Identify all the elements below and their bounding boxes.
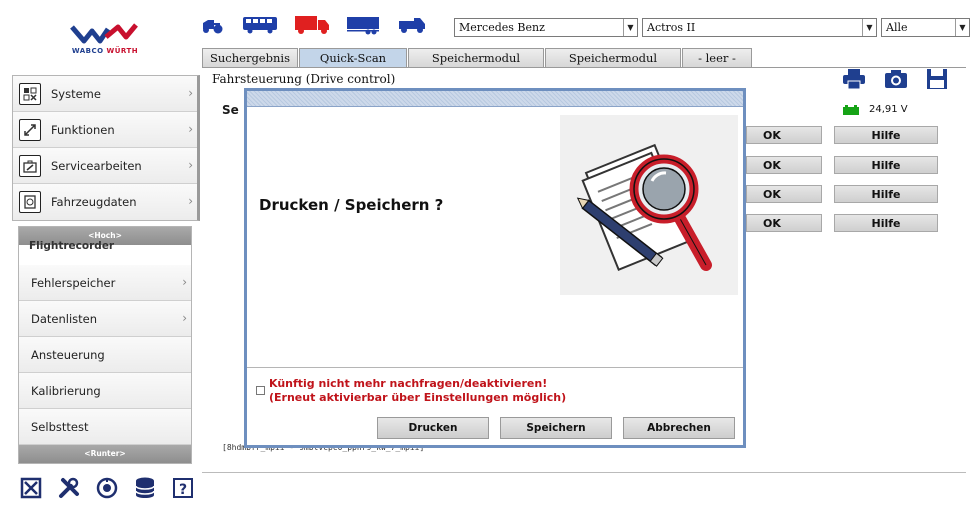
help-button[interactable]: Hilfe [834,156,938,174]
cancel-button[interactable]: Abbrechen [623,417,735,439]
chevron-right-icon: › [188,158,193,172]
dont-ask-again-label: Künftig nicht mehr nachfragen/deaktivier… [269,377,567,404]
menu-item-servicearbeiten[interactable]: Servicearbeiten › [13,148,197,184]
tab-quick-scan[interactable]: Quick-Scan [299,48,407,67]
print-button[interactable]: Drucken [377,417,489,439]
brand-name: WABCO WÜRTH [71,47,139,55]
truck-icon[interactable] [294,15,330,35]
page-title: Fahrsteuerung (Drive control) [212,72,396,86]
menu-item-systeme[interactable]: Systeme › [13,76,197,112]
chevron-down-icon: ▼ [862,19,876,36]
save-disk-icon[interactable] [926,68,948,93]
result-row: OK Hilfe [746,156,940,174]
van-icon[interactable] [398,15,426,35]
magnifier-document-icon [560,115,738,295]
tools-icon[interactable] [56,475,82,501]
sub-item-fehlerspeicher[interactable]: Fehlerspeicher › [19,265,191,301]
chevron-down-icon: ▼ [623,19,637,36]
scroll-down-button[interactable]: <Runter> [19,445,191,463]
sub-item-datenlisten[interactable]: Datenlisten › [19,301,191,337]
sub-item-label: Fehlerspeicher [31,275,116,290]
database-icon[interactable] [132,475,158,501]
status-ok: OK [746,126,822,144]
chevron-down-icon: ▼ [955,19,969,36]
menu-item-label: Funktionen [51,122,115,137]
wabco-wurth-logo-icon [70,23,138,44]
tab-speichermodul-1[interactable]: Speichermodul [408,48,544,67]
bus-icon[interactable] [242,15,278,35]
tab-bar: Suchergebnis Quick-Scan Speichermodul Sp… [202,48,753,67]
section-heading: Se [222,103,239,117]
menu-item-funktionen[interactable]: Funktionen › [13,112,197,148]
chevron-right-icon: › [182,275,187,289]
main-menu: Systeme › Funktionen › Servicearbeiten ›… [12,75,200,221]
camera-icon[interactable] [884,68,908,93]
bottom-toolbar: ? [18,474,196,502]
make-select[interactable]: Mercedes Benz ▼ [454,18,638,37]
trailer-icon[interactable] [346,15,382,35]
save-button[interactable]: Speichern [500,417,612,439]
help-icon[interactable]: ? [170,475,196,501]
print-save-dialog: Drucken / Speichern ? Künftig nicht mehr… [244,88,746,448]
printer-icon[interactable] [842,68,866,93]
battery-icon [843,104,859,115]
content-toolbar [842,68,948,93]
menu-item-label: Servicearbeiten [51,158,142,173]
sub-menu-peek-item: Flightrecorder [29,240,115,252]
result-row: OK Hilfe [746,185,940,203]
tab-leer[interactable]: - leer - [682,48,752,67]
sub-item-label: Datenlisten [31,311,98,326]
connection-icon[interactable] [94,475,120,501]
scroll-up-button[interactable]: <Hoch> Flightrecorder [19,227,191,252]
chevron-right-icon: › [188,194,193,208]
status-ok: OK [746,214,822,232]
filter-select[interactable]: Alle ▼ [881,18,970,37]
chevron-right-icon: › [182,311,187,325]
dont-ask-again-option: Künftig nicht mehr nachfragen/deaktivier… [256,377,566,405]
sub-item-label: Kalibrierung [31,383,101,398]
functions-icon [19,118,41,141]
brand-logo: WABCO WÜRTH [12,8,198,70]
sub-item-ansteuerung[interactable]: Ansteuerung [19,337,191,373]
sub-item-label: Ansteuerung [31,347,105,362]
tab-suchergebnis[interactable]: Suchergebnis [202,48,298,67]
dialog-titlebar[interactable] [247,91,743,107]
dialog-body: Drucken / Speichern ? [247,107,743,368]
result-row: OK Hilfe [746,126,940,144]
help-button[interactable]: Hilfe [834,214,938,232]
status-ok: OK [746,156,822,174]
systems-icon [19,82,41,105]
status-ok: OK [746,185,822,203]
chevron-right-icon: › [188,86,193,100]
close-box-icon[interactable] [18,475,44,501]
menu-item-label: Systeme [51,86,101,101]
dont-ask-again-checkbox[interactable] [256,386,265,395]
dialog-actions: Drucken Speichern Abbrechen [377,417,735,439]
chevron-right-icon: › [188,122,193,136]
toolbox-icon [19,154,41,177]
battery-voltage: 24,91 V [843,104,908,115]
result-row: OK Hilfe [746,214,940,232]
menu-item-fahrzeugdaten[interactable]: Fahrzeugdaten › [13,184,197,220]
vehicle-type-bar [200,14,426,36]
tractor-icon[interactable] [200,15,226,35]
sub-item-kalibrierung[interactable]: Kalibrierung [19,373,191,409]
vehicle-data-icon [19,191,41,213]
sub-item-selbsttest[interactable]: Selbsttest [19,409,191,445]
model-select[interactable]: Actros II ▼ [642,18,877,37]
help-button[interactable]: Hilfe [834,126,938,144]
sub-menu: <Hoch> Flightrecorder Fehlerspeicher › D… [18,226,192,464]
content-divider [202,472,966,473]
help-button[interactable]: Hilfe [834,185,938,203]
tab-speichermodul-2[interactable]: Speichermodul [545,48,681,67]
menu-item-label: Fahrzeugdaten [51,195,137,209]
dialog-question: Drucken / Speichern ? [259,196,444,214]
sub-item-label: Selbsttest [31,419,89,434]
svg-text:?: ? [179,482,187,498]
